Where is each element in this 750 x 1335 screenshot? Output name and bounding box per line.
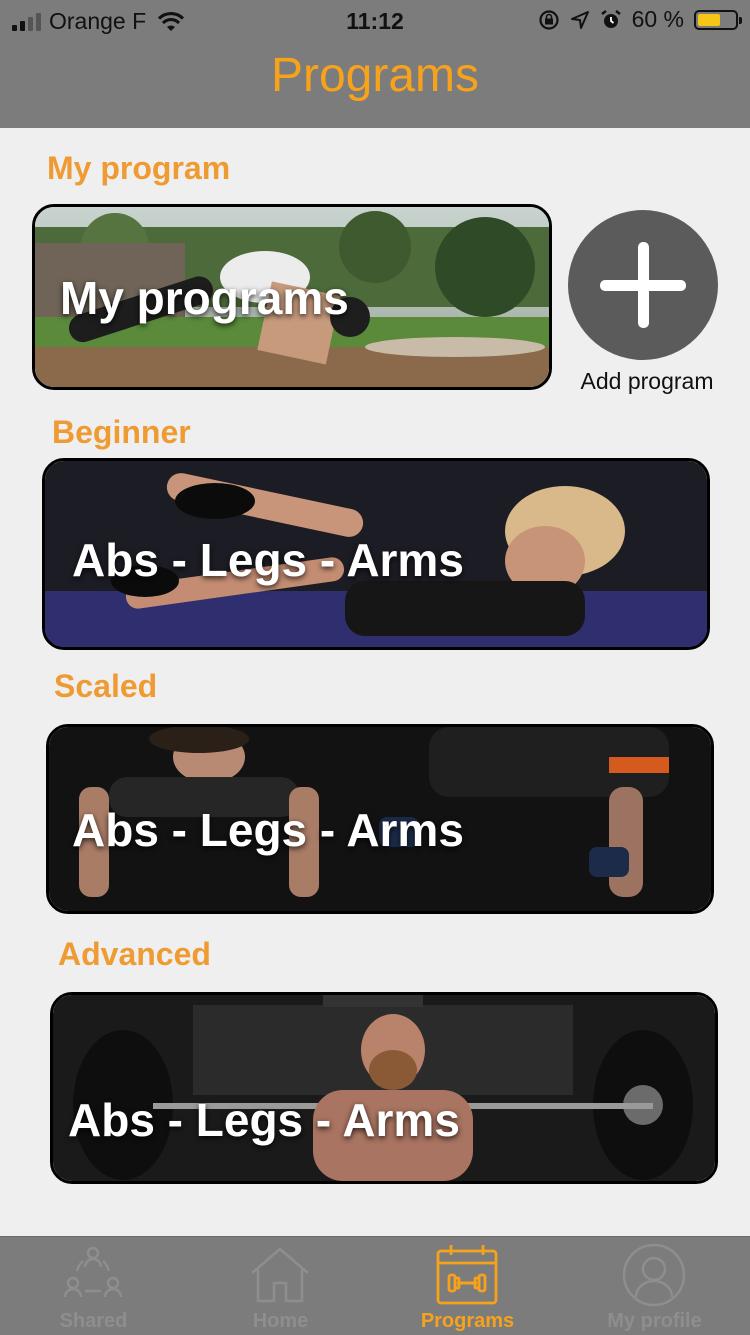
page-title: Programs <box>270 49 480 102</box>
calendar-dumbbell-icon <box>436 1245 498 1305</box>
add-program-button[interactable] <box>568 210 718 360</box>
section-label-my-program: My program <box>47 150 231 186</box>
home-icon <box>251 1247 309 1303</box>
tab-label: Shared <box>59 1310 128 1332</box>
tab-programs[interactable]: Programs <box>374 1237 561 1335</box>
card-title: My programs <box>60 272 349 324</box>
program-card-scaled[interactable]: Abs - Legs - Arms <box>46 724 714 914</box>
card-title: Abs - Legs - Arms <box>72 804 464 856</box>
battery-icon <box>694 9 742 30</box>
location-icon <box>570 10 589 29</box>
alarm-icon <box>600 9 621 28</box>
program-card-advanced[interactable]: Abs - Legs - Arms <box>50 992 718 1184</box>
tab-label: Programs <box>420 1310 515 1332</box>
tab-home[interactable]: Home <box>187 1237 374 1335</box>
status-bar: Orange F 11:12 60 % <box>0 0 750 42</box>
battery-percent: 60 % <box>631 6 684 32</box>
program-card-beginner[interactable]: Abs - Legs - Arms <box>42 458 710 650</box>
status-right: 60 % <box>538 6 742 33</box>
card-title: Abs - Legs - Arms <box>68 1094 460 1146</box>
program-card-my-programs[interactable]: My programs <box>32 204 552 390</box>
section-label-beginner: Beginner <box>52 414 191 450</box>
tab-bar: Shared Home Programs My profile <box>0 1236 750 1335</box>
tab-shared[interactable]: Shared <box>0 1237 187 1335</box>
profile-icon <box>622 1243 686 1307</box>
section-label-advanced: Advanced <box>58 936 211 972</box>
tab-label: Home <box>252 1310 309 1332</box>
add-program-label[interactable]: Add program <box>560 368 734 395</box>
shared-users-icon <box>63 1246 123 1298</box>
card-photo-deadlift <box>53 995 715 1181</box>
tab-my-profile[interactable]: My profile <box>561 1237 748 1335</box>
section-label-scaled: Scaled <box>54 668 158 704</box>
tab-label: My profile <box>607 1310 702 1332</box>
card-title: Abs - Legs - Arms <box>72 534 464 586</box>
navigation-header: Orange F 11:12 60 % Programs <box>0 0 750 128</box>
rotation-lock-icon <box>538 9 559 30</box>
